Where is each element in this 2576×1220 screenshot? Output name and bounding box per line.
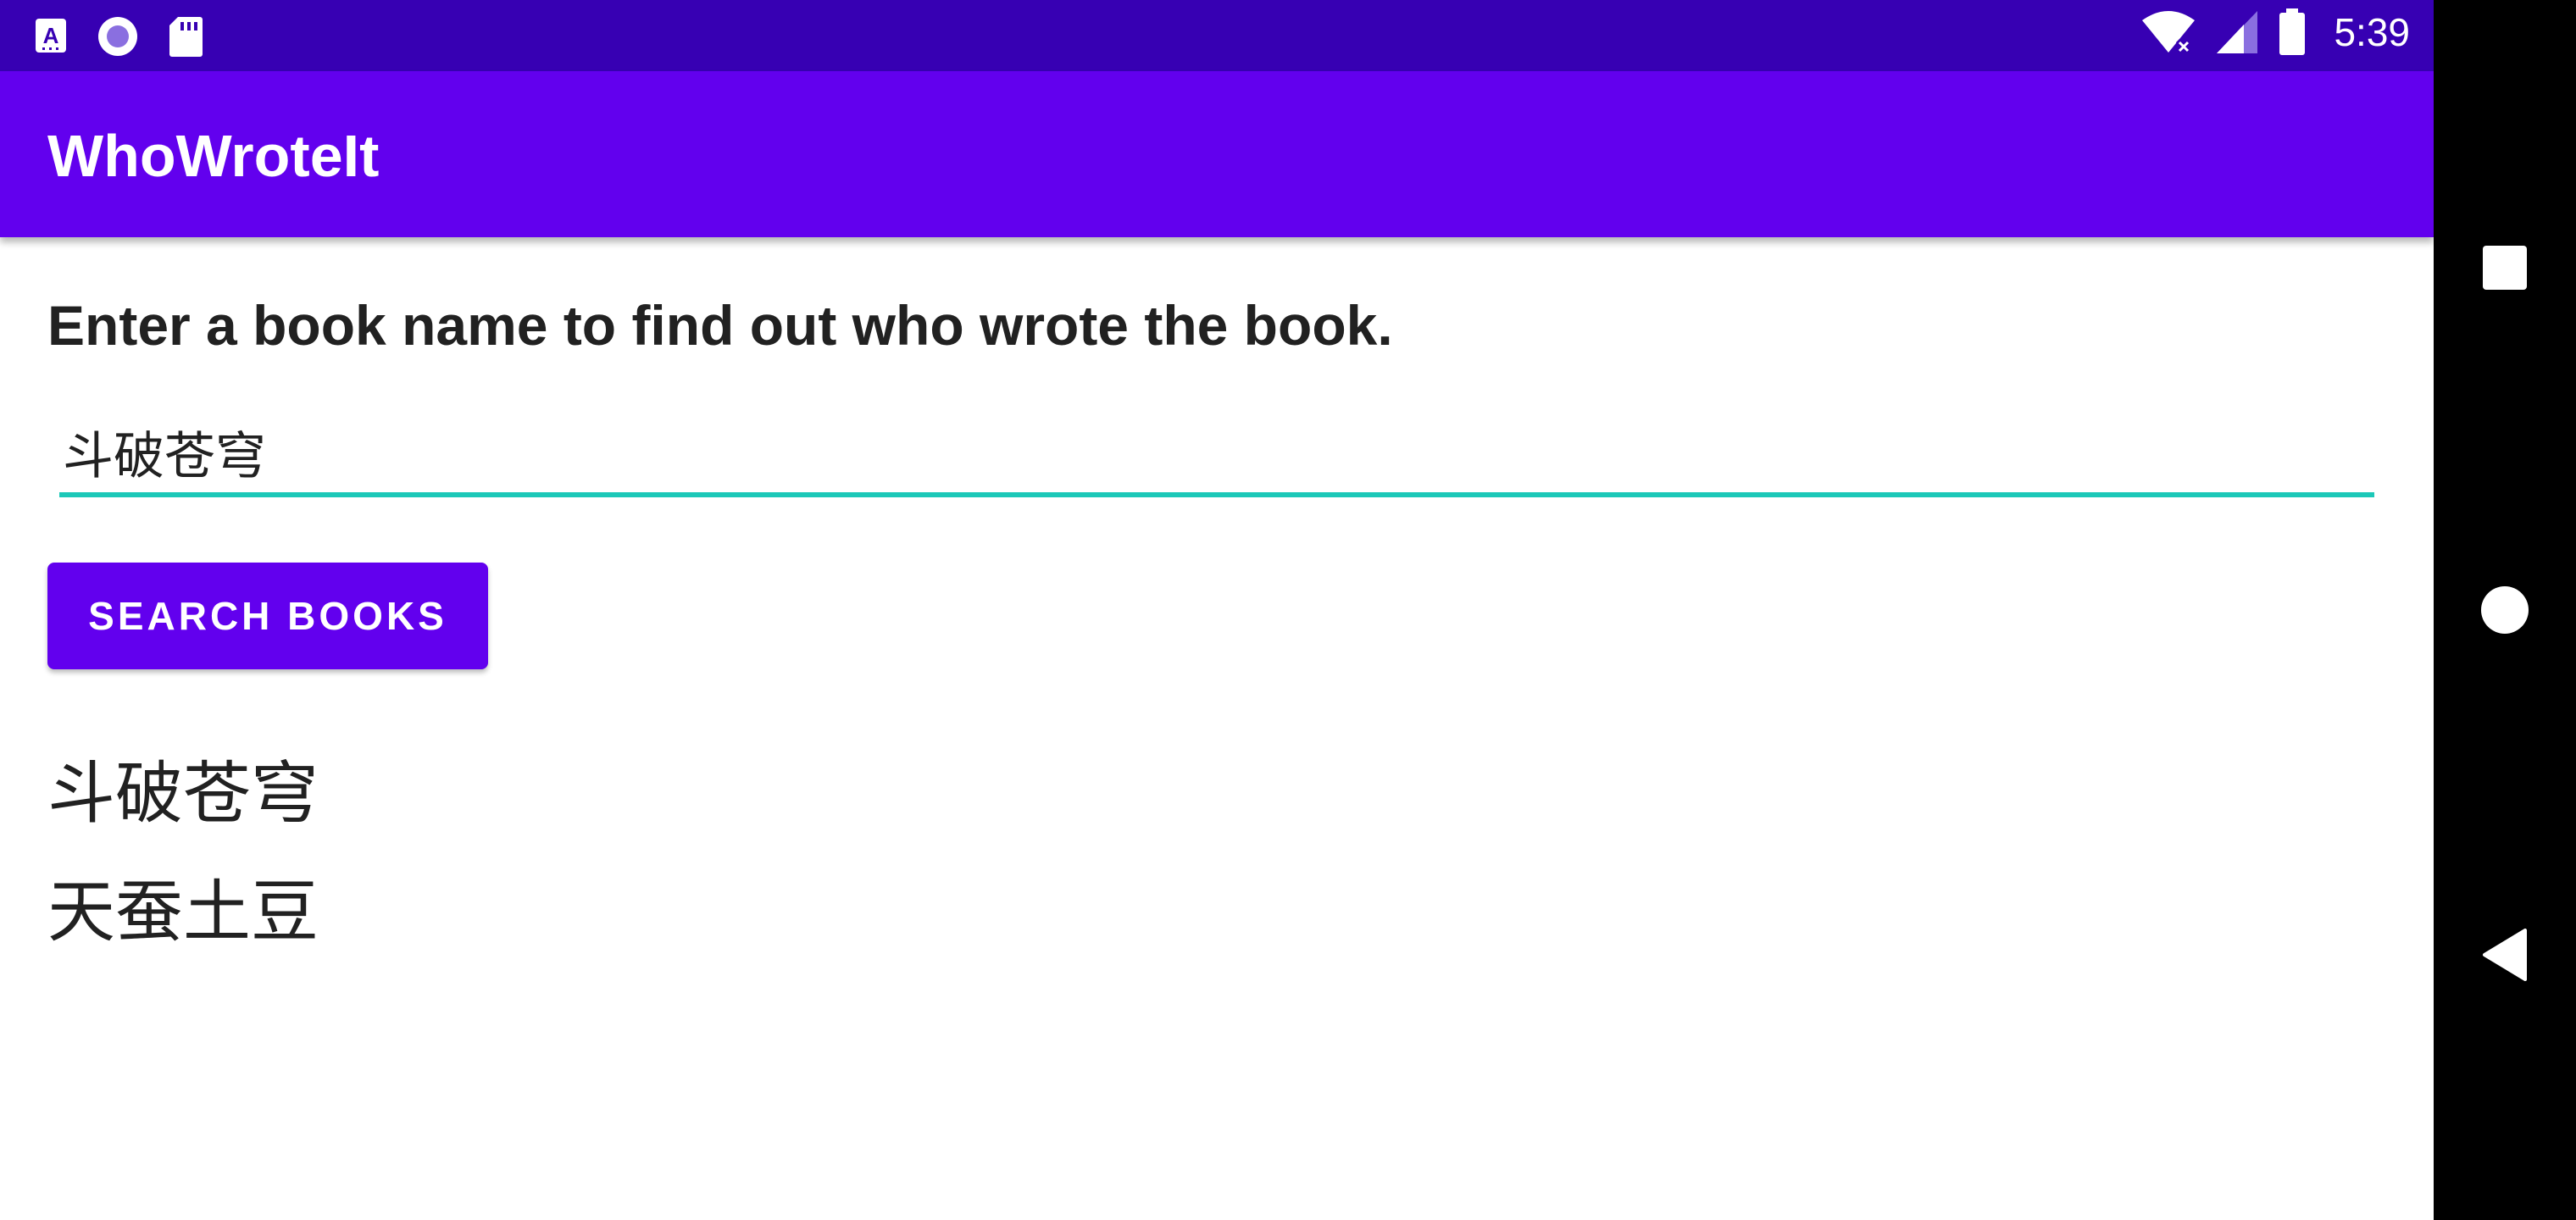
instruction-text: Enter a book name to find out who wrote … (47, 294, 1393, 357)
sd-card-icon (168, 15, 203, 58)
status-bar: A 5:39 (0, 0, 2434, 71)
book-search-input[interactable] (59, 411, 2374, 492)
recents-icon (2481, 244, 2529, 296)
input-underline (59, 492, 2374, 497)
back-icon (2481, 929, 2529, 985)
home-button[interactable] (2434, 585, 2576, 640)
navigation-bar (2434, 0, 2576, 1220)
search-books-button[interactable]: SEARCH BOOKS (47, 563, 488, 669)
result-book-author: 天蚕土豆 (47, 873, 319, 951)
wifi-off-icon (2140, 8, 2196, 56)
recents-button[interactable] (2434, 244, 2576, 296)
app-bar: WhoWroteIt (0, 71, 2434, 237)
font-a-icon: A (34, 17, 68, 56)
svg-text:A: A (43, 23, 59, 48)
cell-signal-icon (2215, 9, 2259, 55)
battery-icon (2278, 8, 2307, 56)
home-icon (2479, 585, 2530, 640)
radio-circle-icon (97, 15, 139, 58)
app-title: WhoWroteIt (47, 123, 380, 189)
back-button[interactable] (2434, 929, 2576, 985)
result-book-title: 斗破苍穹 (47, 754, 319, 833)
status-time: 5:39 (2334, 10, 2410, 54)
app-window: A 5:39 WhoWroteIt Enter a book name to f… (0, 0, 2434, 1220)
book-input-container[interactable] (59, 411, 2374, 497)
